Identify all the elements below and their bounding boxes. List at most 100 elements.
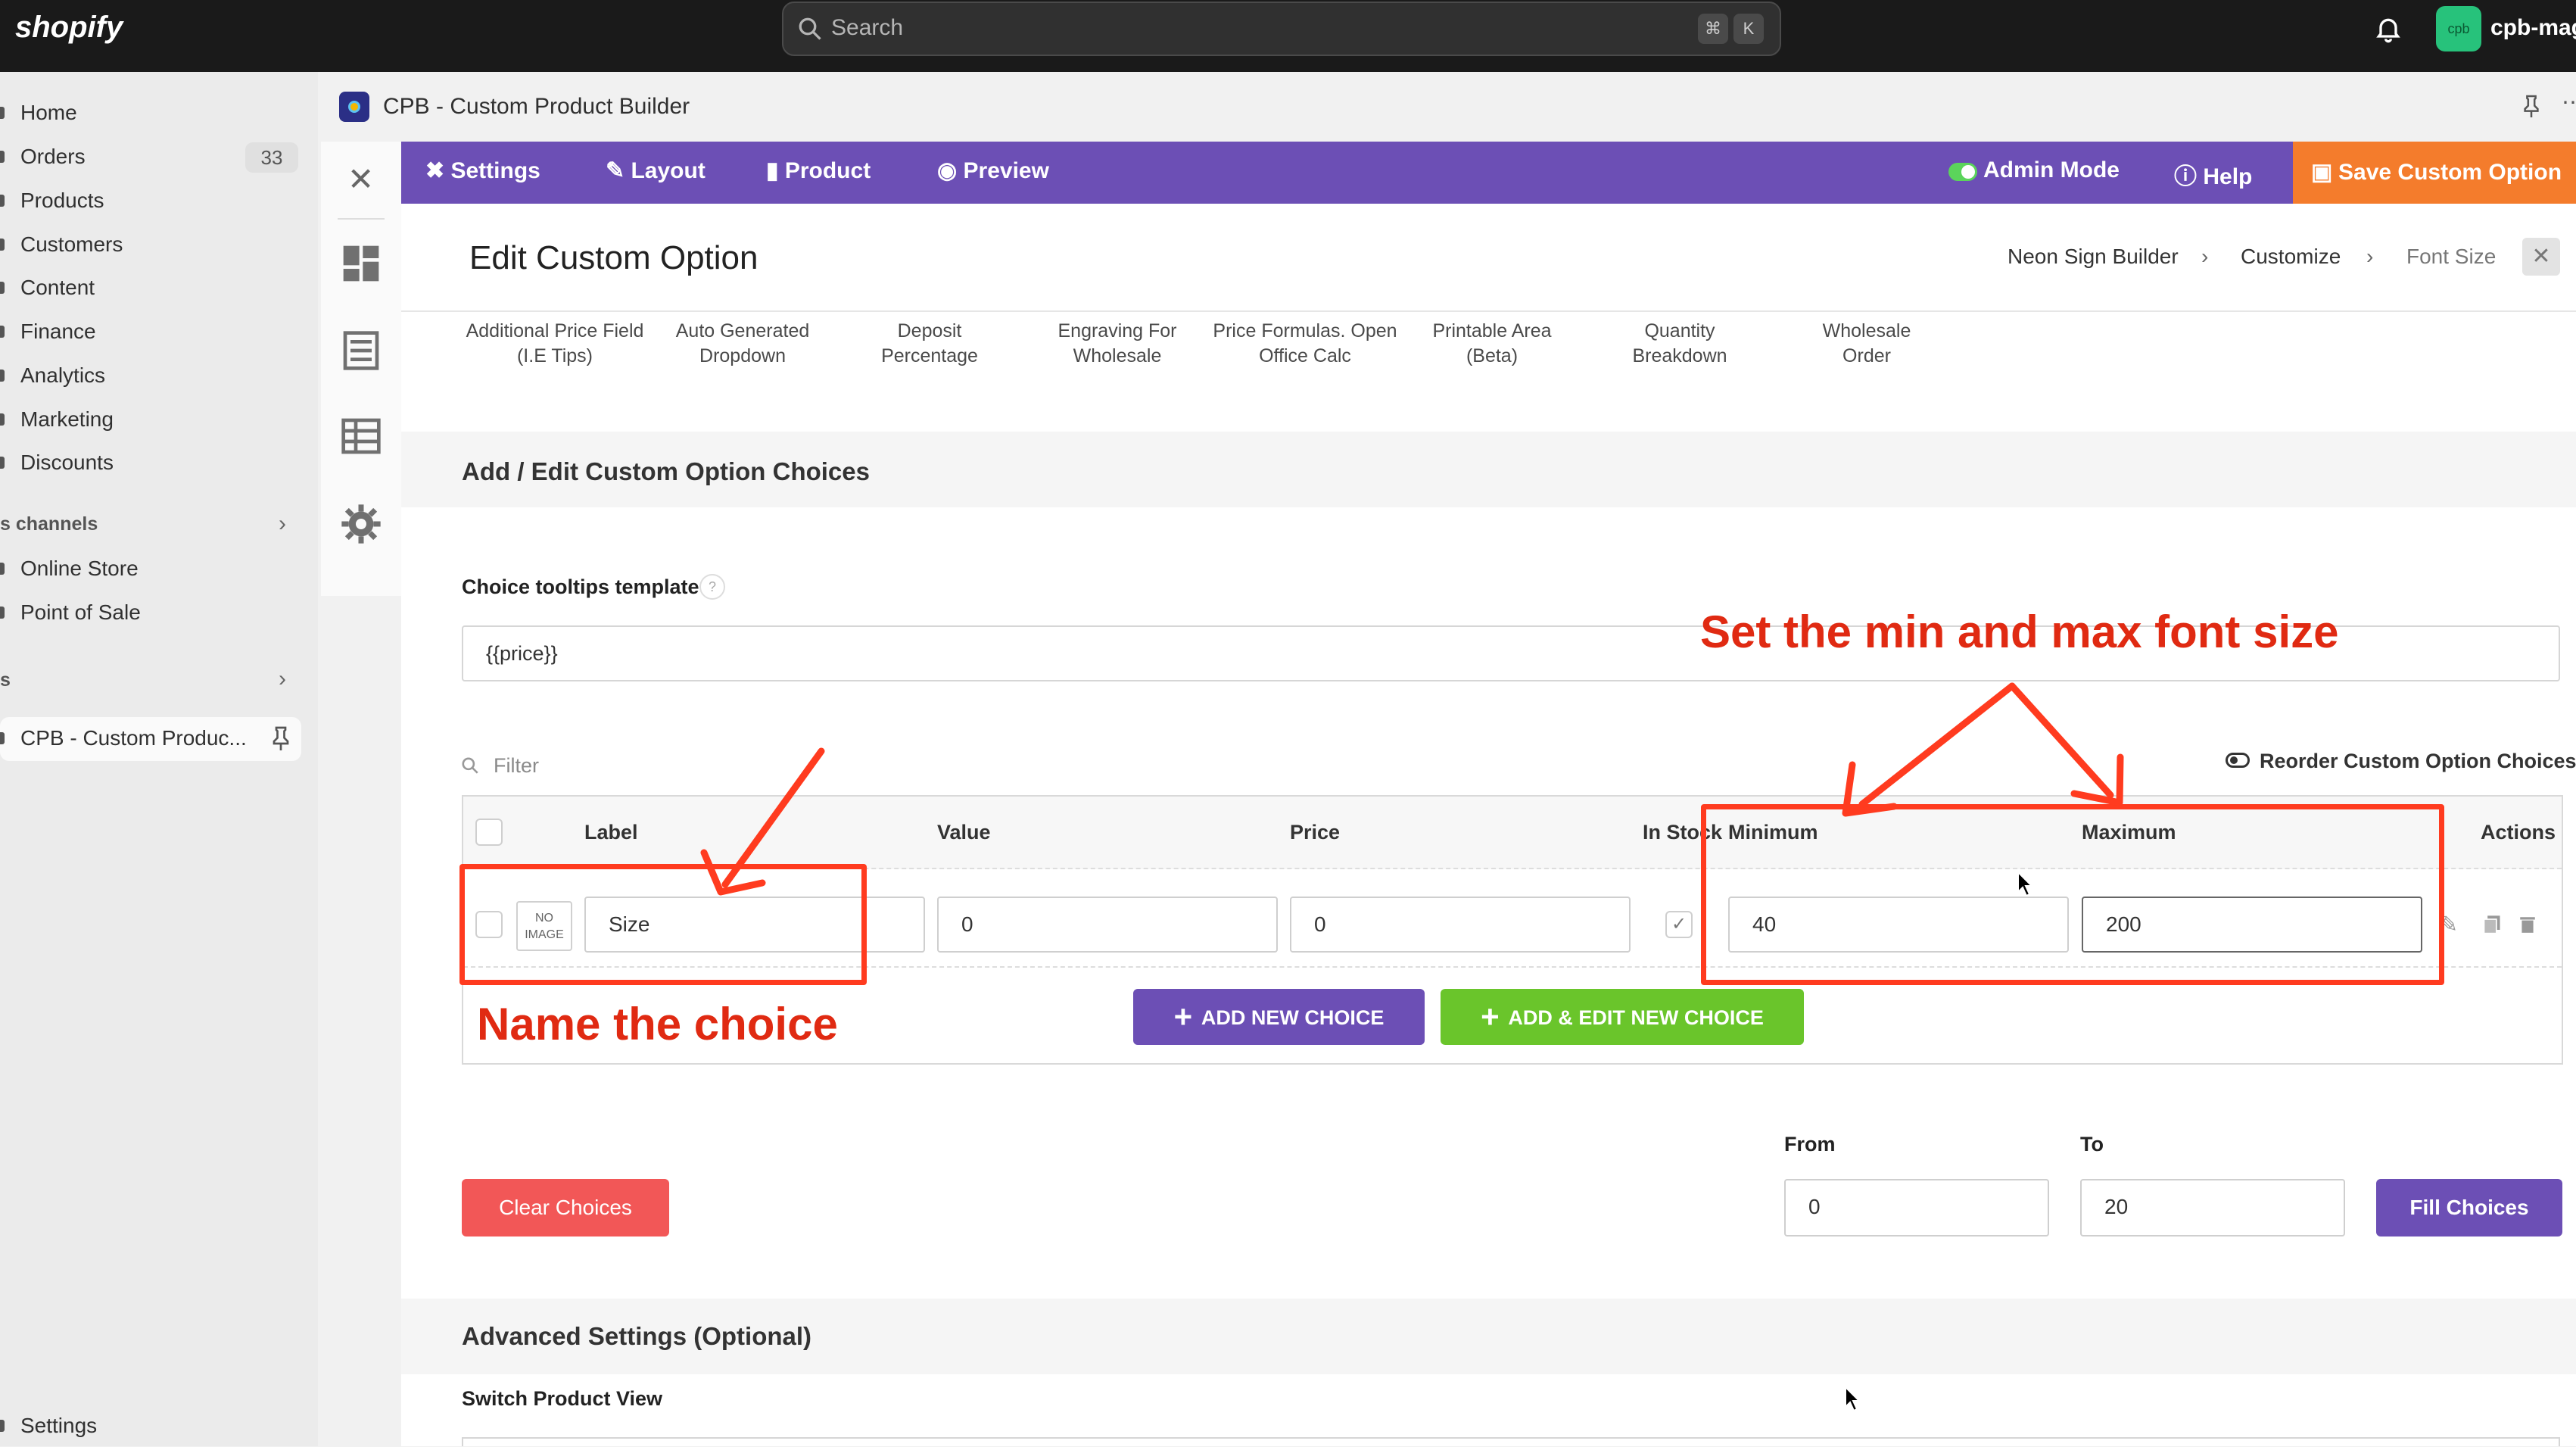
template-item[interactable]: Engraving For Wholesale <box>1019 319 1216 369</box>
fill-from-input[interactable]: 0 <box>1784 1179 2049 1236</box>
template-item[interactable]: Deposit Percentage <box>831 319 1028 369</box>
column-price: Price <box>1290 821 1341 844</box>
choice-value-input[interactable]: 0 <box>937 897 1278 953</box>
shopify-logo[interactable]: shopify <box>15 11 123 45</box>
switch-product-view-label: Switch Product View <box>462 1387 663 1410</box>
chevron-right-icon[interactable]: › <box>279 666 286 692</box>
rail-divider <box>338 218 385 220</box>
customers-icon <box>0 239 5 251</box>
chevron-right-icon: › <box>2366 245 2374 268</box>
more-icon[interactable]: ⋯ <box>2562 89 2576 116</box>
store-icon <box>0 563 5 575</box>
page-title: Edit Custom Option <box>469 239 758 276</box>
template-item[interactable]: Additional Price Field (I.E Tips) <box>456 319 653 369</box>
close-icon[interactable]: ✕ <box>347 161 374 198</box>
bag-icon: ▮ <box>766 158 785 183</box>
add-edit-new-choice-button[interactable]: + ADD & EDIT NEW CHOICE <box>1441 989 1804 1045</box>
k-key: K <box>1733 14 1764 44</box>
from-label: From <box>1784 1133 1836 1155</box>
template-item[interactable]: Quantity Breakdown <box>1581 319 1778 369</box>
switch-product-view-select[interactable] <box>462 1437 2560 1446</box>
bell-icon[interactable] <box>2373 14 2403 44</box>
chevron-right-icon: › <box>2201 245 2209 268</box>
column-value: Value <box>937 821 991 844</box>
copy-icon[interactable] <box>2481 913 2503 936</box>
template-item[interactable]: Price Formulas. Open Office Calc <box>1207 319 1403 369</box>
reorder-choices-toggle[interactable]: Reorder Custom Option Choices <box>2260 750 2576 773</box>
gear-icon[interactable] <box>340 503 382 545</box>
finance-icon <box>0 326 5 338</box>
analytics-icon <box>0 370 5 382</box>
pin-icon[interactable] <box>269 725 292 753</box>
annotation-name-choice: Name the choice <box>477 999 838 1049</box>
orders-count-badge: 33 <box>245 142 298 173</box>
choices-section-title: Add / Edit Custom Option Choices <box>462 457 870 485</box>
column-label: Label <box>584 821 638 844</box>
filter-input[interactable]: Filter <box>494 754 539 778</box>
pin-icon[interactable] <box>2521 94 2542 120</box>
plus-icon: + <box>1173 999 1201 1034</box>
products-icon <box>0 195 5 207</box>
header-divider <box>401 310 2576 312</box>
toggle-icon[interactable] <box>2226 753 2250 768</box>
toolbar-help[interactable]: ⓘ Help <box>2174 157 2252 191</box>
marketing-icon <box>0 413 5 426</box>
annotation-box-minmax <box>1701 804 2444 985</box>
search-placeholder: Search <box>831 15 904 40</box>
toolbar-product[interactable]: ▮ Product <box>766 157 871 184</box>
table-icon[interactable] <box>340 415 382 457</box>
dashboard-icon[interactable] <box>340 242 382 285</box>
admin-mode-label[interactable]: Admin Mode <box>1983 157 2120 183</box>
pos-icon <box>0 607 5 619</box>
fill-choices-button[interactable]: Fill Choices <box>2376 1179 2562 1236</box>
annotation-box-label <box>459 864 867 985</box>
app-logo-icon <box>339 92 369 122</box>
wrench-icon: ✖ <box>425 158 451 183</box>
breadcrumb-font-size: Font Size <box>2406 245 2497 268</box>
annotation-min-max: Set the min and max font size <box>1700 607 2339 657</box>
brush-icon: ✎ <box>606 158 631 183</box>
help-icon: ⓘ <box>2174 164 2204 189</box>
store-name[interactable]: cpb-mago <box>2490 15 2576 41</box>
fill-to-input[interactable]: 20 <box>2080 1179 2345 1236</box>
search-icon <box>799 17 821 40</box>
content-icon <box>0 282 5 294</box>
discounts-icon <box>0 457 5 469</box>
settings-icon <box>0 1420 5 1432</box>
to-label: To <box>2080 1133 2104 1155</box>
search-input[interactable] <box>782 2 1781 56</box>
template-item[interactable]: Printable Area (Beta) <box>1394 319 1590 369</box>
save-icon: ▣ <box>2311 160 2333 185</box>
breadcrumb-neon-sign-builder[interactable]: Neon Sign Builder <box>2008 245 2179 269</box>
template-item[interactable]: Wholesale Order <box>1768 319 1965 369</box>
home-icon <box>0 107 5 119</box>
chevron-right-icon[interactable]: › <box>279 511 286 537</box>
template-item[interactable]: Auto Generated Dropdown <box>644 319 841 369</box>
clear-choices-button[interactable]: Clear Choices <box>462 1179 669 1236</box>
app-icon <box>0 732 5 744</box>
orders-icon <box>0 151 5 163</box>
advanced-settings-title: Advanced Settings (Optional) <box>462 1322 812 1350</box>
cursor-icon <box>1845 1386 1861 1412</box>
save-custom-option-button[interactable]: ▣ Save Custom Option <box>2293 142 2576 204</box>
list-icon[interactable] <box>340 329 382 372</box>
apps-heading: s <box>0 669 11 691</box>
breadcrumb-customize[interactable]: Customize <box>2241 245 2341 269</box>
select-all-checkbox[interactable] <box>475 819 503 846</box>
sales-channels-heading: s channels <box>0 513 98 535</box>
toolbar-layout[interactable]: ✎ Layout <box>606 157 706 184</box>
choice-price-input[interactable]: 0 <box>1290 897 1631 953</box>
in-stock-checkbox[interactable]: ✓ <box>1665 911 1693 938</box>
help-icon[interactable]: ? <box>699 574 725 600</box>
toolbar-preview[interactable]: ◉ Preview <box>937 157 1049 184</box>
eye-icon: ◉ <box>937 158 964 183</box>
add-new-choice-button[interactable]: + ADD NEW CHOICE <box>1133 989 1425 1045</box>
tooltip-template-label: Choice tooltips template <box>462 575 699 598</box>
store-avatar[interactable]: cpb <box>2436 6 2481 51</box>
close-button[interactable]: ✕ <box>2522 238 2560 276</box>
trash-icon[interactable] <box>2518 913 2537 936</box>
admin-mode-toggle[interactable] <box>1948 163 1977 181</box>
toolbar-settings[interactable]: ✖ Settings <box>425 157 540 184</box>
app-title: CPB - Custom Product Builder <box>383 94 690 119</box>
command-key: ⌘ <box>1698 14 1728 44</box>
